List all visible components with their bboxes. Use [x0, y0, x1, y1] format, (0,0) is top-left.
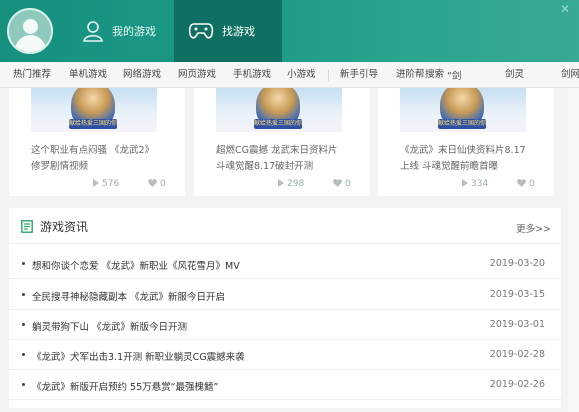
gamepad-icon: [188, 23, 214, 39]
news-more-link[interactable]: 更多>>: [516, 221, 551, 235]
avatar-head-shape: [23, 19, 38, 34]
bullet-icon: [22, 353, 25, 356]
news-item[interactable]: 全民搜寻神秘隐藏副本 《龙武》新服今日开启 2019-03-15: [9, 280, 561, 310]
game-image-banner: 献给热爱三国的你: [254, 119, 302, 129]
news-item-title[interactable]: 《龙武》新版开启预约 55万悬赏“最强槐鳍”: [32, 379, 218, 393]
tab-my-games-label: 我的游戏: [112, 25, 156, 38]
app-header: 我的游戏 找游戏 ✕: [0, 0, 579, 62]
news-item-date: 2019-03-20: [489, 258, 545, 269]
news-item-title[interactable]: 《龙武》犬军出击3.1开测 新职业躺灵CG震撼来袭: [32, 349, 245, 363]
category-web[interactable]: 网页游戏: [178, 62, 216, 88]
news-item[interactable]: 《龙武》新版开启预约 55万悬赏“最强槐鳍” 2019-02-26: [9, 370, 561, 400]
search-label: 搜索: [425, 69, 445, 80]
heart-icon: [333, 179, 342, 187]
heart-icon: [148, 179, 157, 187]
news-item[interactable]: 《龙武》犬军出击3.1开测 新职业躺灵CG震撼来袭 2019-02-28: [9, 340, 561, 370]
heart-icon: [517, 179, 526, 187]
document-icon: [21, 220, 33, 233]
game-card[interactable]: 献给热爱三国的你 《龙武》末日仙侠资料片8.17上线 斗魂觉醒前瞻首曝 334 …: [378, 88, 554, 196]
news-header: 游戏资讯 更多>>: [9, 208, 561, 244]
category-nav: 热门推荐 单机游戏 网络游戏 网页游戏 手机游戏 小游戏 新手引导 进阶帮 搜索…: [0, 62, 579, 88]
game-card-stats: 334 0: [462, 179, 552, 191]
news-item-title[interactable]: 躺灵带狗下山 《龙武》新版今日开测: [32, 319, 187, 333]
news-item-title[interactable]: 全民搜寻神秘隐藏副本 《龙武》新服今日开启: [32, 289, 225, 303]
like-count[interactable]: 0: [333, 179, 351, 189]
scrollbar[interactable]: [568, 88, 579, 412]
close-icon[interactable]: ✕: [560, 2, 570, 16]
category-divider: [328, 70, 329, 81]
bullet-icon: [22, 262, 25, 265]
category-mini[interactable]: 小游戏: [287, 62, 316, 88]
game-card-image[interactable]: 献给热爱三国的你: [400, 88, 526, 132]
category-online[interactable]: 网络游戏: [123, 62, 161, 88]
tab-find-games[interactable]: 找游戏: [174, 0, 282, 62]
category-single-player[interactable]: 单机游戏: [69, 62, 107, 88]
bullet-icon: [22, 383, 25, 386]
game-card-image[interactable]: 献给热爱三国的你: [216, 88, 342, 132]
category-beginner-guide[interactable]: 新手引导: [340, 62, 378, 88]
news-item-date: 2019-03-01: [489, 319, 545, 330]
play-icon: [462, 179, 468, 187]
game-card-title[interactable]: 超燃CG震撼 龙武末日资料片斗魂觉醒8.17破封开测: [216, 143, 344, 175]
game-card[interactable]: 献给热爱三国的你 超燃CG震撼 龙武末日资料片斗魂觉醒8.17破封开测 298 …: [194, 88, 370, 196]
news-item-title[interactable]: 想和你谈个恋爱 《龙武》新职业《风花雪月》MV: [32, 258, 240, 272]
news-item-date: 2019-03-15: [489, 289, 545, 300]
game-card[interactable]: 献给热爱三国的你 这个职业有点闷骚 《龙武2》修罗剧情视频 576 0: [9, 88, 185, 196]
category-jianling[interactable]: 剑灵: [505, 62, 524, 88]
category-mobile[interactable]: 手机游戏: [233, 62, 271, 88]
game-card-stats: 576 0: [93, 179, 183, 191]
avatar[interactable]: [7, 8, 53, 54]
play-icon: [93, 179, 99, 187]
like-count[interactable]: 0: [148, 179, 166, 189]
play-count: 334: [462, 179, 488, 189]
news-item[interactable]: 想和你谈个恋爱 《龙武》新职业《风花雪月》MV 2019-03-20: [9, 249, 561, 279]
game-card-title[interactable]: 这个职业有点闷骚 《龙武2》修罗剧情视频: [31, 143, 159, 175]
game-image-banner: 献给热爱三国的你: [69, 119, 117, 129]
play-count: 576: [93, 179, 119, 189]
bullet-icon: [22, 293, 25, 296]
tab-find-games-label: 找游戏: [222, 25, 255, 38]
game-image-banner: 献给热爱三国的你: [438, 119, 486, 129]
tab-my-games[interactable]: 我的游戏: [70, 0, 174, 62]
news-item-date: 2019-02-28: [489, 349, 545, 360]
game-card-stats: 298 0: [278, 179, 368, 191]
news-title: 游戏资讯: [40, 220, 89, 234]
search-input[interactable]: [447, 67, 495, 83]
news-panel: 游戏资讯 更多>> 想和你谈个恋爱 《龙武》新职业《风花雪月》MV 2019-0…: [9, 208, 561, 408]
game-card-title[interactable]: 《龙武》末日仙侠资料片8.17上线 斗魂觉醒前瞻首曝: [400, 143, 528, 175]
news-item[interactable]: 躺灵带狗下山 《龙武》新版今日开测 2019-03-01: [9, 310, 561, 340]
category-hot[interactable]: 热门推荐: [13, 62, 51, 88]
play-count: 298: [278, 179, 304, 189]
category-advanced-help[interactable]: 进阶帮: [396, 62, 425, 88]
like-count[interactable]: 0: [517, 179, 535, 189]
news-item-date: 2019-02-26: [489, 379, 545, 390]
play-icon: [278, 179, 284, 187]
user-icon: [83, 21, 103, 42]
avatar-body-shape: [15, 35, 46, 52]
game-card-image[interactable]: 献给热爱三国的你: [31, 88, 157, 132]
category-jianwang[interactable]: 剑网: [561, 62, 579, 88]
bullet-icon: [22, 323, 25, 326]
